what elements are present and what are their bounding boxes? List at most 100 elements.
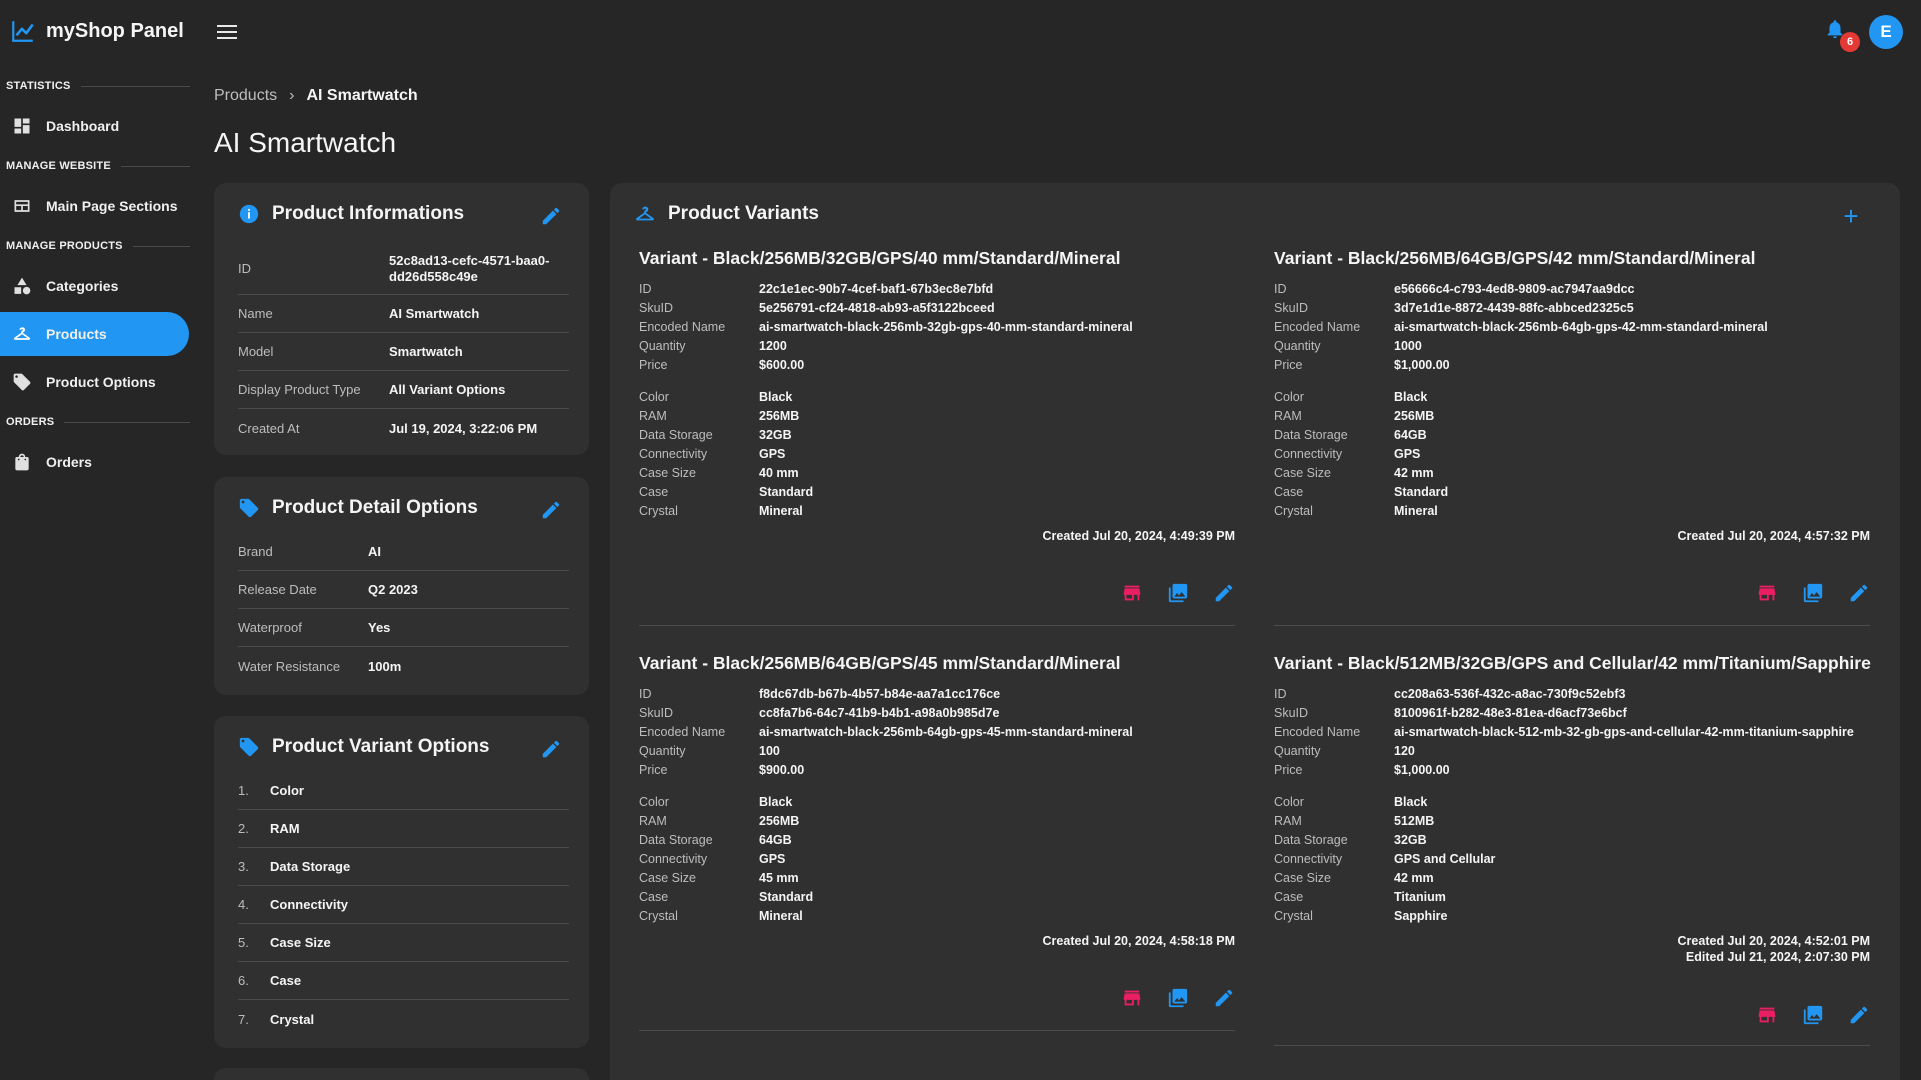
variant-field-ram: RAM 256MB bbox=[639, 408, 800, 423]
image-icon[interactable] bbox=[1802, 1004, 1824, 1031]
image-icon[interactable] bbox=[1167, 582, 1189, 609]
breadcrumb-products-link[interactable]: Products bbox=[214, 87, 277, 105]
variant-edited: Edited Jul 21, 2024, 2:07:30 PM bbox=[1685, 950, 1870, 964]
variant-details: ID f8dc67db-b67b-4b57-b84e-aa7a1cc176ce Sk… bbox=[639, 684, 1235, 925]
product-variants-header: Product Variants bbox=[634, 203, 819, 225]
variant-created: Created Jul 20, 2024, 4:57:32 PM bbox=[1677, 529, 1870, 543]
edit-product-info-button[interactable] bbox=[540, 205, 564, 229]
sidebar-item-dashboard[interactable]: Dashboard bbox=[0, 104, 189, 148]
add-variant-button[interactable]: + bbox=[1840, 203, 1862, 229]
variant-field-case: Case Standard bbox=[1274, 484, 1449, 499]
info-row-model: Model Smartwatch bbox=[238, 333, 569, 371]
info-icon bbox=[239, 204, 259, 224]
pencil-icon bbox=[542, 740, 560, 758]
pencil-icon[interactable] bbox=[1848, 1004, 1870, 1031]
breadcrumb: Products › AI Smartwatch bbox=[214, 87, 418, 105]
variant-field-id: ID cc208a63-536f-432c-a8ac-730f9c52ebf3 bbox=[1274, 686, 1626, 701]
variant-field-price: Price $1,000.00 bbox=[1274, 762, 1450, 777]
variant-actions bbox=[1121, 987, 1235, 1014]
image-icon[interactable] bbox=[1802, 582, 1824, 609]
variant-field-storage: Data Storage 32GB bbox=[639, 427, 792, 442]
sidebar-section-manage-products: MANAGE PRODUCTS bbox=[0, 232, 190, 260]
detail-row-release-date: Release Date Q2 2023 bbox=[238, 571, 569, 609]
detail-row-brand: Brand AI bbox=[238, 533, 569, 571]
variant-field-color: Color Black bbox=[639, 794, 793, 809]
sidebar-item-categories[interactable]: Categories bbox=[0, 264, 189, 308]
product-detail-options-card: Product Detail Options Brand AI Release … bbox=[214, 477, 589, 695]
variant-field-id: ID 22c1e1ec-90b7-4cef-baf1-67b3ec8e7bfd bbox=[639, 281, 994, 296]
variant-option-item: 5. Case Size bbox=[238, 924, 569, 962]
variant-option-item: 1. Color bbox=[238, 772, 569, 810]
variant-details: ID e56666c4-c793-4ed8-9809-ac7947aa9dcc Sk… bbox=[1274, 279, 1870, 520]
sidebar-section-orders: ORDERS bbox=[0, 408, 190, 436]
product-info-title: Product Informations bbox=[272, 203, 465, 224]
shopping-bag-icon bbox=[15, 453, 29, 471]
variant-created: Created Jul 20, 2024, 4:52:01 PM bbox=[1677, 934, 1870, 948]
sidebar-item-label: Dashboard bbox=[46, 118, 120, 134]
image-icon[interactable] bbox=[1167, 987, 1189, 1014]
variant-field-ram: RAM 256MB bbox=[639, 813, 800, 828]
variant-option-item: 2. RAM bbox=[238, 810, 569, 848]
variant-card: Variant - Black/256MB/32GB/GPS/40 mm/Sta… bbox=[639, 248, 1235, 626]
avatar[interactable]: E bbox=[1869, 15, 1903, 49]
sidebar-item-label: Main Page Sections bbox=[46, 198, 178, 214]
sidebar-item-main-page-sections[interactable]: Main Page Sections bbox=[0, 184, 189, 228]
variant-field-sku: SkuID 3d7e1d1e-8872-4439-88fc-abbced2325c… bbox=[1274, 300, 1634, 315]
variant-field-quantity: Quantity 120 bbox=[1274, 743, 1415, 758]
pencil-icon bbox=[542, 207, 560, 225]
breadcrumb-separator-icon: › bbox=[289, 87, 295, 104]
variant-field-connectivity: Connectivity GPS bbox=[639, 851, 786, 866]
menu-toggle-button[interactable] bbox=[214, 20, 240, 44]
variant-field-encoded: Encoded Name ai-smartwatch-black-256mb-64… bbox=[1274, 319, 1768, 334]
variant-field-case_size: Case Size 45 mm bbox=[639, 870, 799, 885]
variant-options-title: Product Variant Options bbox=[272, 736, 490, 757]
variant-field-id: ID f8dc67db-b67b-4b57-b84e-aa7a1cc176ce bbox=[639, 686, 1001, 701]
variant-title: Variant - Black/256MB/32GB/GPS/40 mm/Sta… bbox=[639, 248, 1121, 268]
sidebar-item-label: Products bbox=[46, 326, 107, 342]
variant-field-crystal: Crystal Mineral bbox=[639, 503, 803, 518]
variant-divider bbox=[639, 1030, 1235, 1031]
variant-field-sku: SkuID 8100961f-b282-48e3-81ea-d6acf73e6bc… bbox=[1274, 705, 1627, 720]
sidebar-item-products[interactable]: Products bbox=[0, 312, 189, 356]
dashboard-icon bbox=[14, 118, 30, 134]
sidebar: STATISTICS Dashboard MANAGE WEBSITE Main… bbox=[0, 72, 190, 488]
variant-card: Variant - Black/256MB/64GB/GPS/45 mm/Sta… bbox=[639, 653, 1235, 1045]
store-icon[interactable] bbox=[1756, 1004, 1778, 1031]
variant-actions bbox=[1756, 1004, 1870, 1031]
pencil-icon[interactable] bbox=[1848, 582, 1870, 609]
store-icon[interactable] bbox=[1121, 582, 1143, 609]
variant-field-storage: Data Storage 64GB bbox=[1274, 427, 1427, 442]
store-icon[interactable] bbox=[1756, 582, 1778, 609]
variant-field-ram: RAM 512MB bbox=[1274, 813, 1435, 828]
shapes-icon bbox=[14, 277, 31, 295]
variant-option-item: 6. Case bbox=[238, 962, 569, 1000]
variant-created: Created Jul 20, 2024, 4:49:39 PM bbox=[1042, 529, 1235, 543]
product-variant-options-card: Product Variant Options 1. Color 2. RAM 3.… bbox=[214, 716, 589, 1048]
variant-divider bbox=[639, 625, 1235, 626]
additional-card bbox=[214, 1068, 589, 1080]
pencil-icon[interactable] bbox=[1213, 582, 1235, 609]
variant-field-encoded: Encoded Name ai-smartwatch-black-256mb-64… bbox=[639, 724, 1133, 739]
edit-detail-options-button[interactable] bbox=[540, 499, 564, 523]
tags-icon bbox=[239, 498, 259, 518]
edit-variant-options-button[interactable] bbox=[540, 738, 564, 762]
store-icon[interactable] bbox=[1121, 987, 1143, 1014]
variant-details: ID cc208a63-536f-432c-a8ac-730f9c52ebf3 Sk… bbox=[1274, 684, 1870, 925]
info-row-created-at: Created At Jul 19, 2024, 3:22:06 PM bbox=[238, 420, 538, 436]
product-variants-title: Product Variants bbox=[668, 203, 819, 224]
brand[interactable]: myShop Panel bbox=[10, 18, 184, 44]
pencil-icon[interactable] bbox=[1213, 987, 1235, 1014]
variant-field-case: Case Standard bbox=[639, 484, 814, 499]
variant-field-case_size: Case Size 40 mm bbox=[639, 465, 799, 480]
variant-field-encoded: Encoded Name ai-smartwatch-black-512-mb-3… bbox=[1274, 724, 1854, 739]
variant-field-color: Color Black bbox=[1274, 794, 1428, 809]
hanger-icon bbox=[13, 327, 31, 340]
variant-field-quantity: Quantity 1000 bbox=[1274, 338, 1422, 353]
notifications-button[interactable]: 6 bbox=[1824, 18, 1860, 52]
variant-details: ID 22c1e1ec-90b7-4cef-baf1-67b3ec8e7bfd Sk… bbox=[639, 279, 1235, 520]
sidebar-item-product-options[interactable]: Product Options bbox=[0, 360, 189, 404]
sidebar-item-orders[interactable]: Orders bbox=[0, 440, 189, 484]
pencil-icon bbox=[542, 501, 560, 519]
variant-card: Variant - Black/512MB/32GB/GPS and Cellu… bbox=[1274, 653, 1871, 1046]
tags-icon bbox=[13, 373, 31, 391]
